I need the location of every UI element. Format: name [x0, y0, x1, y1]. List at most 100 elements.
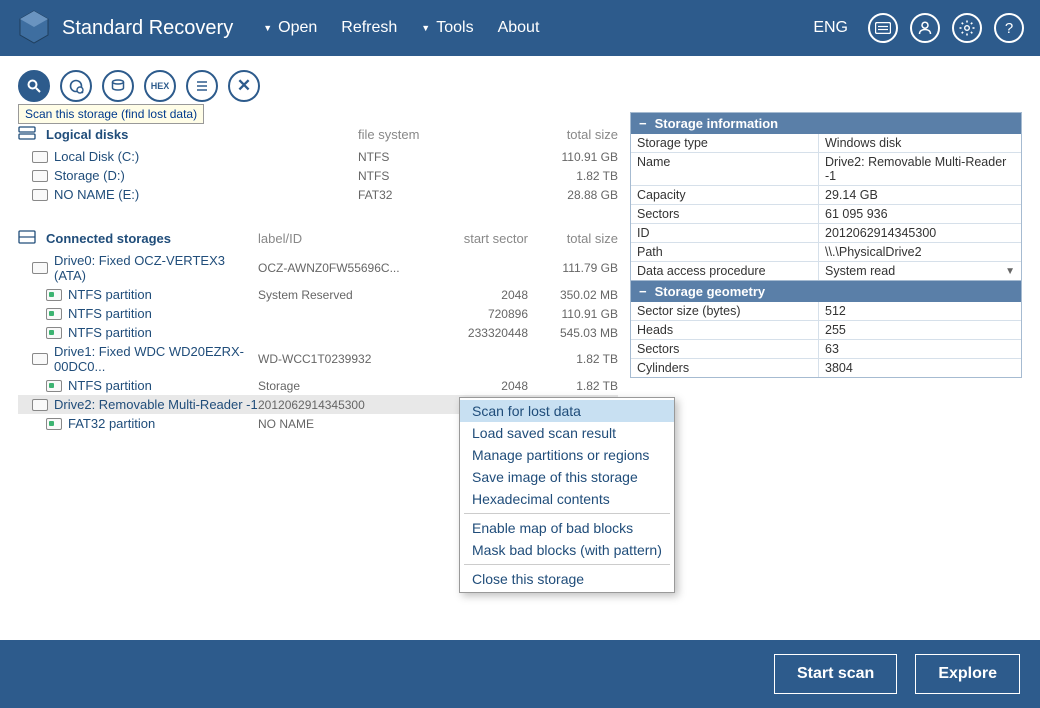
hex-button[interactable]: HEX: [144, 70, 176, 102]
partition-row[interactable]: NTFS partitionStorage20481.82 TB: [18, 376, 618, 395]
scan-button[interactable]: [18, 70, 50, 102]
header-bar: Standard Recovery ▼Open Refresh ▼Tools A…: [0, 0, 1040, 56]
storage-icon: [32, 399, 48, 411]
ctx-item[interactable]: Save image of this storage: [460, 466, 674, 488]
partition-icon: [46, 327, 62, 339]
row-size: 110.91 GB: [528, 307, 618, 321]
property-value: Windows disk: [819, 134, 1021, 152]
partition-icon: [46, 380, 62, 392]
help-icon[interactable]: ?: [994, 13, 1024, 43]
disk-group-icon: [18, 126, 36, 143]
ctx-item[interactable]: Load saved scan result: [460, 422, 674, 444]
logical-disk-row[interactable]: NO NAME (E:)FAT3228.88 GB: [18, 185, 618, 204]
disk-icon: [32, 170, 48, 182]
property-row: Heads255: [631, 320, 1021, 339]
ctx-item[interactable]: Hexadecimal contents: [460, 488, 674, 510]
card-icon[interactable]: [868, 13, 898, 43]
start-scan-button[interactable]: Start scan: [774, 654, 897, 694]
property-value: Drive2: Removable Multi-Reader -1: [819, 153, 1021, 185]
gear-icon[interactable]: [952, 13, 982, 43]
connected-header: Connected storages label/ID start sector…: [18, 224, 618, 251]
connected-title: Connected storages: [46, 231, 258, 246]
row-start: 720896: [428, 307, 528, 321]
right-pane: −Storage information Storage typeWindows…: [630, 112, 1022, 433]
logical-rows: Local Disk (C:)NTFS110.91 GBStorage (D:)…: [18, 147, 618, 204]
menu-tools-label: Tools: [436, 19, 473, 37]
property-row: Path\\.\PhysicalDrive2: [631, 242, 1021, 261]
property-row: ID2012062914345300: [631, 223, 1021, 242]
property-row: Sector size (bytes)512: [631, 302, 1021, 320]
footer: Start scan Explore: [0, 640, 1040, 708]
property-row: NameDrive2: Removable Multi-Reader -1: [631, 152, 1021, 185]
storage-row[interactable]: Drive1: Fixed WDC WD20EZRX-00DC0...WD-WC…: [18, 342, 618, 376]
ctx-item[interactable]: Enable map of bad blocks: [460, 517, 674, 539]
property-key: Sectors: [631, 205, 819, 223]
resume-scan-button[interactable]: [60, 70, 92, 102]
app-title: Standard Recovery: [62, 17, 233, 40]
property-value: System read▼: [819, 262, 1021, 280]
property-key: Sectors: [631, 340, 819, 358]
partition-icon: [46, 418, 62, 430]
property-value: 29.14 GB: [819, 186, 1021, 204]
property-key: Path: [631, 243, 819, 261]
storage-icon: [32, 262, 48, 274]
menu-about[interactable]: About: [498, 19, 540, 37]
close-button[interactable]: ✕: [228, 70, 260, 102]
left-pane: Logical disks file system total size Loc…: [18, 112, 618, 433]
user-icon[interactable]: [910, 13, 940, 43]
geom-panel: −Storage geometry Sector size (bytes)512…: [630, 281, 1022, 378]
row-name: Drive2: Removable Multi-Reader -1: [54, 397, 258, 412]
row-name: NTFS partition: [68, 287, 258, 302]
row-name: Drive1: Fixed WDC WD20EZRX-00DC0...: [54, 344, 258, 374]
info-panel-title: Storage information: [655, 116, 779, 131]
list-button[interactable]: [186, 70, 218, 102]
tooltip: Scan this storage (find lost data): [18, 104, 204, 124]
menu-open[interactable]: ▼Open: [263, 19, 317, 37]
menu-refresh[interactable]: Refresh: [341, 19, 397, 37]
disk-size: 28.88 GB: [528, 188, 618, 202]
language-selector[interactable]: ENG: [813, 19, 848, 37]
dropdown-icon[interactable]: ▼: [1005, 266, 1015, 277]
info-panel-header[interactable]: −Storage information: [631, 113, 1021, 134]
property-row[interactable]: Data access procedureSystem read▼: [631, 261, 1021, 280]
ctx-item[interactable]: Mask bad blocks (with pattern): [460, 539, 674, 561]
row-name: Drive0: Fixed OCZ-VERTEX3 (ATA): [54, 253, 258, 283]
image-button[interactable]: [102, 70, 134, 102]
menu-tools[interactable]: ▼Tools: [421, 19, 473, 37]
row-size: 1.82 TB: [528, 379, 618, 393]
partition-row[interactable]: NTFS partitionSystem Reserved2048350.02 …: [18, 285, 618, 304]
ctx-item[interactable]: Scan for lost data: [460, 400, 674, 422]
property-value: 63: [819, 340, 1021, 358]
property-value: 512: [819, 302, 1021, 320]
disk-fs: NTFS: [358, 150, 528, 164]
ctx-item[interactable]: Manage partitions or regions: [460, 444, 674, 466]
row-label: System Reserved: [258, 288, 428, 302]
col-fs: file system: [358, 127, 528, 142]
property-key: Name: [631, 153, 819, 185]
disk-name: Local Disk (C:): [54, 149, 358, 164]
property-key: ID: [631, 224, 819, 242]
partition-row[interactable]: NTFS partition720896110.91 GB: [18, 304, 618, 323]
row-label: NO NAME: [258, 417, 428, 431]
property-row: Cylinders3804: [631, 358, 1021, 377]
property-row: Sectors61 095 936: [631, 204, 1021, 223]
info-panel: −Storage information Storage typeWindows…: [630, 112, 1022, 281]
geom-panel-header[interactable]: −Storage geometry: [631, 281, 1021, 302]
property-value: 61 095 936: [819, 205, 1021, 223]
geom-panel-title: Storage geometry: [655, 284, 766, 299]
partition-row[interactable]: NTFS partition233320448545.03 MB: [18, 323, 618, 342]
storage-icon: [32, 353, 48, 365]
logo-area: Standard Recovery: [16, 9, 233, 48]
row-name: NTFS partition: [68, 378, 258, 393]
disk-fs: FAT32: [358, 188, 528, 202]
menu-about-label: About: [498, 19, 540, 37]
storage-row[interactable]: Drive0: Fixed OCZ-VERTEX3 (ATA)OCZ-AWNZ0…: [18, 251, 618, 285]
collapse-icon: −: [639, 284, 647, 299]
ctx-item[interactable]: Close this storage: [460, 568, 674, 590]
logical-title: Logical disks: [46, 127, 358, 142]
logical-disk-row[interactable]: Local Disk (C:)NTFS110.91 GB: [18, 147, 618, 166]
explore-button[interactable]: Explore: [915, 654, 1020, 694]
property-key: Cylinders: [631, 359, 819, 377]
logical-disk-row[interactable]: Storage (D:)NTFS1.82 TB: [18, 166, 618, 185]
disk-size: 110.91 GB: [528, 150, 618, 164]
